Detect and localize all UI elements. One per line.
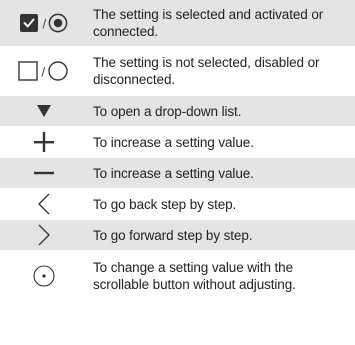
plus-icon xyxy=(33,132,54,152)
legend-text: To go forward step by step. xyxy=(93,227,253,243)
legend-row-minus: To increase a setting value. xyxy=(0,158,355,189)
svg-text:/: / xyxy=(42,17,46,32)
minus-icon xyxy=(33,171,54,175)
checkbox-checked-icon: / xyxy=(19,13,67,33)
symbol-cell xyxy=(0,104,87,118)
legend-row-not-selected: / The setting is not selected, disabled … xyxy=(0,47,355,96)
legend-text: To increase a setting value. xyxy=(93,134,254,150)
legend-row-dropdown: To open a drop-down list. xyxy=(0,96,355,127)
legend-row-scroll-button: To change a setting value with the scrol… xyxy=(0,251,355,302)
legend-text: The setting is selected and activated or… xyxy=(93,7,324,39)
triangle-down-icon xyxy=(36,105,51,117)
legend-text: To increase a setting value. xyxy=(93,165,254,181)
legend-row-plus: To increase a setting value. xyxy=(0,127,355,158)
symbol-cell xyxy=(0,193,87,215)
svg-text:/: / xyxy=(41,65,45,80)
legend-text: To change a setting value with the scrol… xyxy=(93,260,296,292)
radio-empty-icon xyxy=(47,61,68,81)
symbol-cell xyxy=(0,265,87,287)
legend-row-selected: / The setting is selected and activated … xyxy=(0,0,355,47)
legend-text: To open a drop-down list. xyxy=(93,103,242,119)
symbol-cell: / xyxy=(0,59,87,83)
symbol-cell: / xyxy=(0,11,87,35)
legend-row-forward: To go forward step by step. xyxy=(0,220,355,251)
symbol-cell xyxy=(0,170,87,176)
symbol-cell xyxy=(0,224,87,246)
symbol-cell xyxy=(0,132,87,152)
legend-text: To go back step by step. xyxy=(93,196,237,212)
symbol-legend: / The setting is selected and activated … xyxy=(0,0,355,302)
checkbox-empty-icon: / xyxy=(17,61,68,81)
legend-text: The setting is not selected, disabled or… xyxy=(93,55,320,87)
chevron-right-icon xyxy=(38,224,50,246)
dotted-circle-icon xyxy=(32,265,55,287)
legend-row-back: To go back step by step. xyxy=(0,189,355,220)
chevron-left-icon xyxy=(37,193,49,215)
